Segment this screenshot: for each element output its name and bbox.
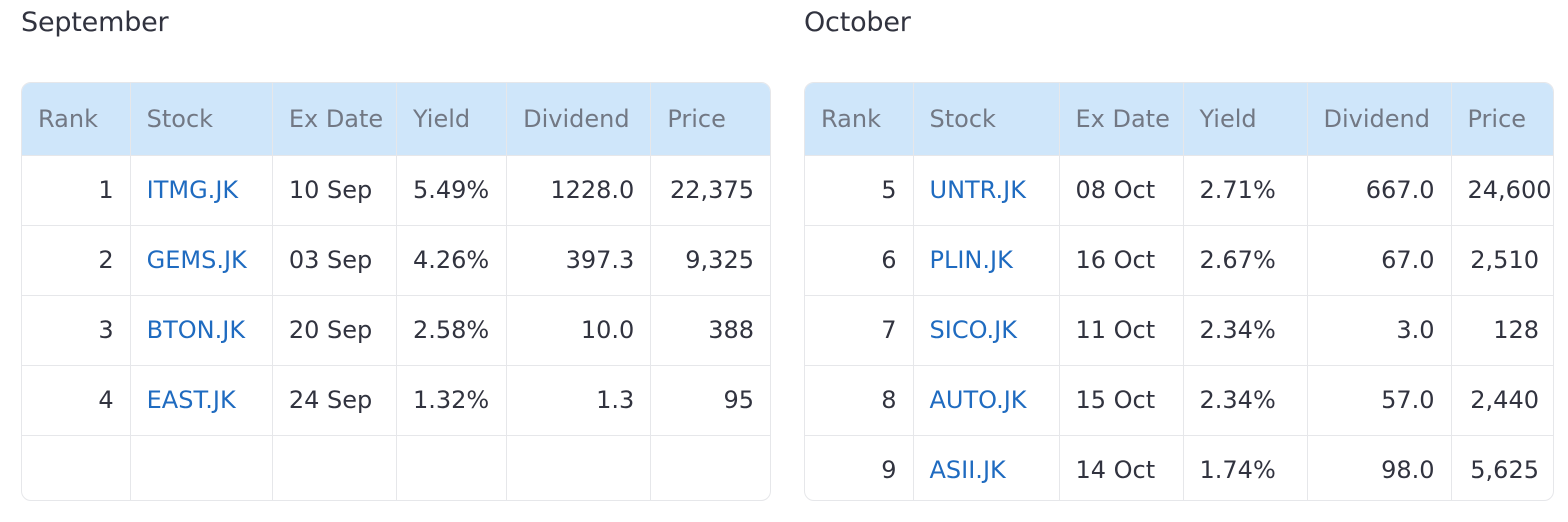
yield-cell: 1.32%	[396, 365, 508, 436]
yield-cell: 4.26%	[396, 225, 508, 296]
column-header-rank[interactable]: Rank	[22, 83, 131, 156]
table-header-row: Rank Stock Ex Date Yield Dividend Price	[22, 83, 770, 156]
column-header-price[interactable]: Price	[650, 83, 770, 156]
price-cell: 22,375	[650, 155, 770, 226]
empty-cell	[130, 435, 273, 500]
stock-cell: GEMS.JK	[130, 225, 273, 296]
yield-cell: 2.58%	[396, 295, 508, 366]
rank-cell: 3	[22, 295, 131, 366]
stock-link[interactable]: EAST.JK	[147, 386, 236, 414]
rank-cell: 6	[805, 225, 914, 296]
stock-link[interactable]: UNTR.JK	[930, 176, 1026, 204]
ex-date-cell: 08 Oct	[1059, 155, 1184, 226]
price-cell: 24,600	[1451, 155, 1553, 226]
ex-date-cell: 10 Sep	[272, 155, 397, 226]
ex-date-cell: 16 Oct	[1059, 225, 1184, 296]
empty-cell	[396, 435, 508, 500]
stock-link[interactable]: BTON.JK	[147, 316, 245, 344]
rank-cell: 1	[22, 155, 131, 226]
dividend-cell: 67.0	[1307, 225, 1452, 296]
october-heading: October	[804, 7, 911, 38]
column-header-ex-date[interactable]: Ex Date	[272, 83, 397, 156]
empty-cell	[22, 435, 131, 500]
dividend-cell: 1228.0	[506, 155, 652, 226]
stock-link[interactable]: SICO.JK	[930, 316, 1017, 344]
stock-cell: EAST.JK	[130, 365, 273, 436]
yield-cell: 5.49%	[396, 155, 508, 226]
price-cell: 2,440	[1451, 365, 1553, 436]
stock-cell: ASII.JK	[913, 435, 1060, 500]
ex-date-cell: 20 Sep	[272, 295, 397, 366]
table-row: 3 BTON.JK 20 Sep 2.58% 10.0 388	[22, 295, 770, 366]
price-cell: 95	[650, 365, 770, 436]
price-cell: 9,325	[650, 225, 770, 296]
column-header-yield[interactable]: Yield	[1183, 83, 1308, 156]
dividend-cell: 98.0	[1307, 435, 1452, 500]
september-heading: September	[21, 7, 169, 38]
stock-cell: SICO.JK	[913, 295, 1060, 366]
rank-cell: 4	[22, 365, 131, 436]
table-row: 5 UNTR.JK 08 Oct 2.71% 667.0 24,600	[805, 155, 1553, 226]
dividend-cell: 10.0	[506, 295, 652, 366]
yield-cell: 2.71%	[1183, 155, 1308, 226]
empty-cell	[272, 435, 397, 500]
rank-cell: 9	[805, 435, 914, 500]
column-header-dividend[interactable]: Dividend	[1307, 83, 1452, 156]
table-row: 9 ASII.JK 14 Oct 1.74% 98.0 5,625	[805, 435, 1553, 500]
ex-date-cell: 24 Sep	[272, 365, 397, 436]
price-cell: 2,510	[1451, 225, 1553, 296]
stock-cell: PLIN.JK	[913, 225, 1060, 296]
ex-date-cell: 11 Oct	[1059, 295, 1184, 366]
rank-cell: 7	[805, 295, 914, 366]
empty-cell	[506, 435, 652, 500]
price-cell: 5,625	[1470, 456, 1539, 485]
dividend-cell: 3.0	[1307, 295, 1452, 366]
september-table[interactable]: Rank Stock Ex Date Yield Dividend Price …	[21, 82, 771, 501]
column-header-rank[interactable]: Rank	[805, 83, 914, 156]
stock-link[interactable]: ITMG.JK	[147, 176, 239, 204]
column-header-price[interactable]: Price	[1451, 83, 1553, 156]
price-cell: 388	[650, 295, 770, 366]
empty-table-row	[22, 435, 770, 500]
yield-cell: 1.74%	[1183, 435, 1308, 500]
dividend-cell: 1.3	[506, 365, 652, 436]
ex-date-cell: 03 Sep	[272, 225, 397, 296]
dividend-cell: 397.3	[506, 225, 652, 296]
column-header-ex-date[interactable]: Ex Date	[1059, 83, 1184, 156]
rank-cell: 2	[22, 225, 131, 296]
stock-cell: AUTO.JK	[913, 365, 1060, 436]
table-row: 6 PLIN.JK 16 Oct 2.67% 67.0 2,510	[805, 225, 1553, 296]
price-cell: 128	[1451, 295, 1553, 366]
table-header-row: Rank Stock Ex Date Yield Dividend Price	[805, 83, 1553, 156]
column-header-stock[interactable]: Stock	[913, 83, 1060, 156]
table-row: 8 AUTO.JK 15 Oct 2.34% 57.0 2,440	[805, 365, 1553, 436]
table-row: 1 ITMG.JK 10 Sep 5.49% 1228.0 22,375	[22, 155, 770, 226]
column-header-yield[interactable]: Yield	[396, 83, 508, 156]
column-header-dividend[interactable]: Dividend	[506, 83, 652, 156]
yield-cell: 2.67%	[1183, 225, 1308, 296]
empty-cell	[651, 435, 770, 500]
ex-date-cell: 14 Oct	[1059, 435, 1184, 500]
dividend-cell: 667.0	[1307, 155, 1452, 226]
yield-cell: 2.34%	[1183, 365, 1308, 436]
yield-cell: 2.34%	[1183, 295, 1308, 366]
stock-cell: ITMG.JK	[130, 155, 273, 226]
stock-cell: BTON.JK	[130, 295, 273, 366]
dividend-cell: 57.0	[1307, 365, 1452, 436]
table-row: 7 SICO.JK 11 Oct 2.34% 3.0 128	[805, 295, 1553, 366]
stock-link[interactable]: ASII.JK	[930, 456, 1006, 484]
october-table[interactable]: Rank Stock Ex Date Yield Dividend Price …	[804, 82, 1554, 501]
stock-link[interactable]: AUTO.JK	[930, 386, 1027, 414]
rank-cell: 5	[805, 155, 914, 226]
ex-date-cell: 15 Oct	[1059, 365, 1184, 436]
rank-cell: 8	[805, 365, 914, 436]
stock-link[interactable]: GEMS.JK	[147, 246, 247, 274]
stock-cell: UNTR.JK	[913, 155, 1060, 226]
stock-link[interactable]: PLIN.JK	[930, 246, 1013, 274]
column-header-stock[interactable]: Stock	[130, 83, 273, 156]
table-row: 4 EAST.JK 24 Sep 1.32% 1.3 95	[22, 365, 770, 436]
table-row: 2 GEMS.JK 03 Sep 4.26% 397.3 9,325	[22, 225, 770, 296]
